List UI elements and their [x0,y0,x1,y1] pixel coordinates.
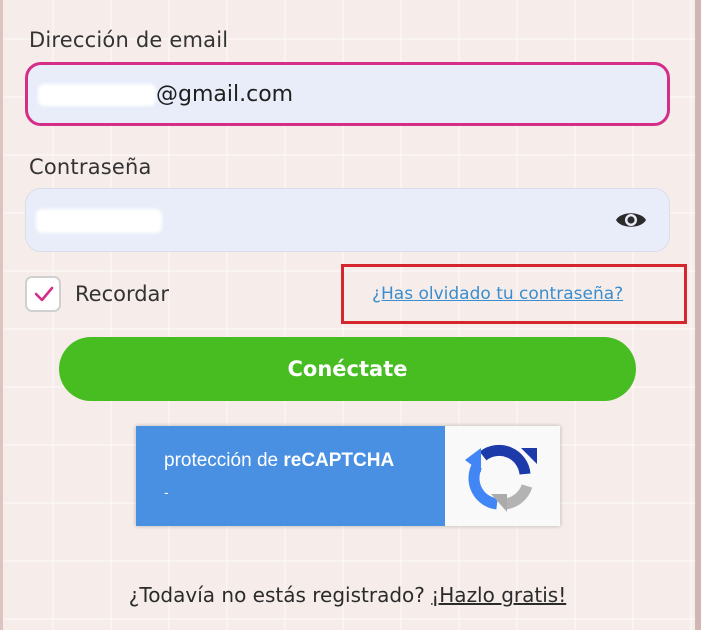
password-label: Contraseña [29,155,152,179]
signup-row: ¿Todavía no estás registrado? ¡Hazlo gra… [0,583,695,607]
remember-checkbox[interactable] [25,276,61,312]
recaptcha-logo-icon [465,444,537,512]
remember-label: Recordar [75,282,170,306]
recaptcha-text-brand: reCAPTCHA [283,450,395,471]
forgot-password-link[interactable]: ¿Has olvidado tu contraseña? [372,284,623,304]
recaptcha-text-prefix: protección de [164,450,284,471]
email-value: @gmail.com [156,82,294,107]
recaptcha-subtext: - [164,484,169,500]
email-redaction [38,84,156,106]
right-edge [695,0,701,630]
recaptcha-panel: protección de reCAPTCHA - [136,426,445,526]
connect-button[interactable]: Conéctate [59,337,636,401]
email-label: Dirección de email [29,28,229,52]
left-edge [0,0,3,630]
eye-icon[interactable] [615,209,647,231]
recaptcha-badge[interactable]: protección de reCAPTCHA - [136,426,560,526]
signup-prompt: ¿Todavía no estás registrado? [128,583,425,607]
email-field[interactable]: @gmail.com [25,62,670,126]
recaptcha-text: protección de reCAPTCHA [164,450,394,472]
signup-link[interactable]: ¡Hazlo gratis! [431,583,566,607]
password-redaction [36,209,162,233]
checkmark-icon [34,286,54,302]
password-field[interactable] [25,188,670,252]
